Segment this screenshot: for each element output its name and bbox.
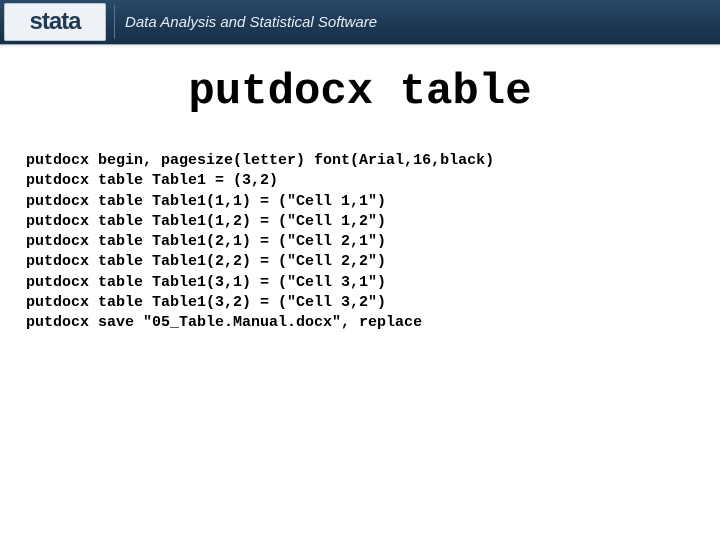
- code-line: putdocx table Table1(3,1) = ("Cell 3,1"): [26, 274, 386, 291]
- slide-title: putdocx table: [0, 67, 720, 117]
- code-line: putdocx save "05_Table.Manual.docx", rep…: [26, 314, 422, 331]
- code-line: putdocx table Table1(1,2) = ("Cell 1,2"): [26, 213, 386, 230]
- code-line: putdocx table Table1(3,2) = ("Cell 3,2"): [26, 294, 386, 311]
- code-line: putdocx table Table1(2,2) = ("Cell 2,2"): [26, 253, 386, 270]
- code-line: putdocx table Table1(1,1) = ("Cell 1,1"): [26, 193, 386, 210]
- header-tagline: Data Analysis and Statistical Software: [125, 14, 377, 31]
- header-separator: [114, 5, 115, 39]
- header-bar: stata Data Analysis and Statistical Soft…: [0, 0, 720, 45]
- code-line: putdocx table Table1 = (3,2): [26, 172, 278, 189]
- code-line: putdocx begin, pagesize(letter) font(Ari…: [26, 152, 494, 169]
- logo-text: stata: [29, 8, 80, 36]
- slide: stata Data Analysis and Statistical Soft…: [0, 0, 720, 540]
- logo: stata: [4, 3, 106, 41]
- code-line: putdocx table Table1(2,1) = ("Cell 2,1"): [26, 233, 386, 250]
- code-block: putdocx begin, pagesize(letter) font(Ari…: [26, 151, 720, 333]
